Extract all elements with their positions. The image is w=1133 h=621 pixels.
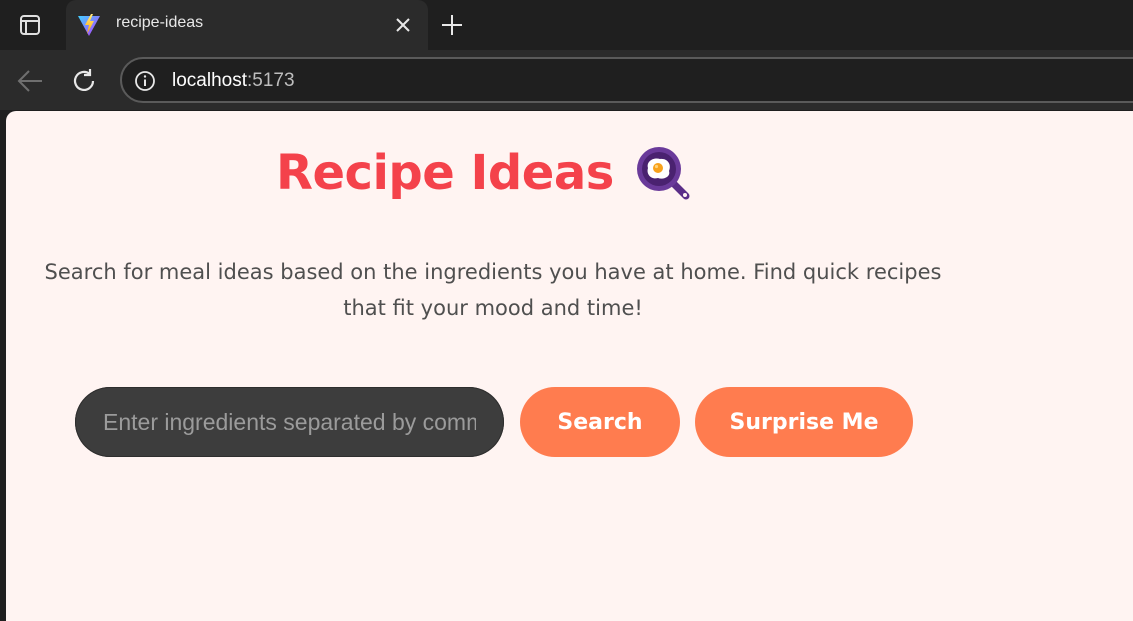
close-icon — [396, 18, 410, 32]
tab-close-button[interactable] — [392, 14, 414, 36]
url-host: localhost — [172, 70, 247, 91]
url-text[interactable]: localhost:5173 — [172, 70, 295, 92]
frying-pan-egg-icon — [636, 147, 690, 200]
url-port: :5173 — [247, 70, 295, 91]
reload-button[interactable] — [68, 65, 100, 97]
site-info-icon[interactable] — [134, 70, 156, 92]
address-bar[interactable]: localhost:5173 — [120, 57, 1133, 103]
header: Recipe Ideas — [276, 144, 692, 202]
search-button[interactable]: Search — [520, 387, 680, 457]
page-viewport: Recipe Ideas Search for meal ideas based… — [6, 111, 1133, 621]
new-tab-button[interactable] — [437, 10, 467, 40]
tab-actions-icon — [20, 15, 40, 35]
back-button[interactable] — [14, 65, 46, 97]
tab-title: recipe-ideas — [116, 14, 204, 31]
vite-favicon-icon — [78, 14, 100, 36]
browser-toolbar: localhost:5173 — [0, 50, 1133, 110]
subtitle: Search for meal ideas based on the ingre… — [44, 260, 942, 320]
page-title: Recipe Ideas — [276, 145, 614, 201]
ingredients-search-input[interactable] — [75, 387, 504, 457]
reload-icon — [73, 69, 95, 92]
plus-icon — [442, 15, 462, 35]
browser-tab[interactable]: recipe-ideas — [66, 0, 428, 50]
surprise-me-button[interactable]: Surprise Me — [695, 387, 913, 457]
tab-actions-button[interactable] — [12, 10, 48, 40]
arrow-left-icon — [17, 70, 42, 92]
browser-tab-strip: recipe-ideas — [0, 0, 1133, 50]
